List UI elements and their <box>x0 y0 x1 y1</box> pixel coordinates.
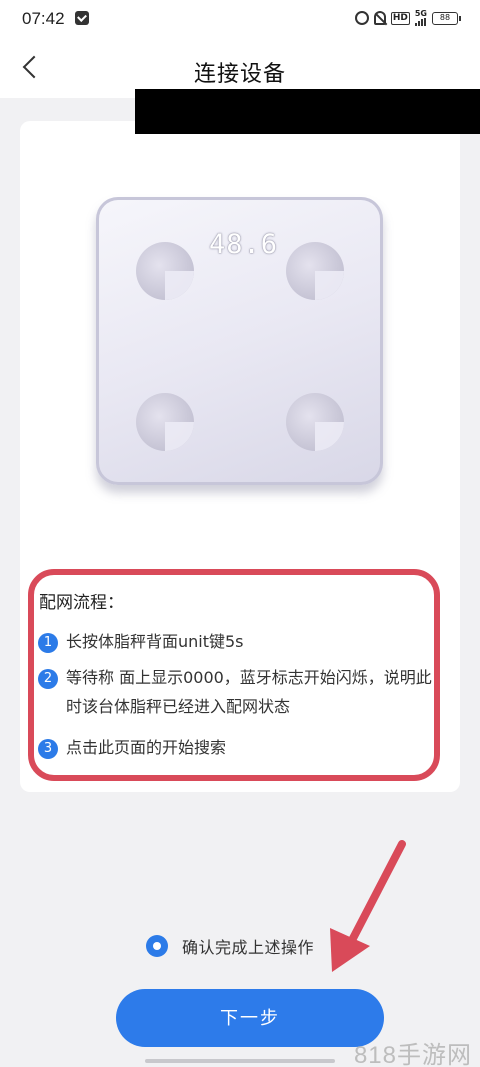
scale-electrode <box>136 393 194 451</box>
status-time: 07:42 <box>22 9 65 28</box>
step-text: 长按体脂秤背面unit键5s <box>66 632 244 651</box>
status-bar: 07:42 HD 5G 88 <box>0 0 480 38</box>
status-icons: HD 5G 88 <box>354 9 461 26</box>
redaction-block <box>135 89 480 134</box>
home-indicator[interactable] <box>145 1059 335 1063</box>
confirm-radio[interactable] <box>146 935 168 957</box>
mail-icon <box>75 11 89 25</box>
alarm-icon <box>354 11 369 25</box>
step-number-badge: 2 <box>38 669 58 689</box>
step-text: 点击此页面的开始搜索 <box>66 738 227 757</box>
scale-electrode <box>136 242 194 300</box>
battery-icon: 88 <box>432 11 461 25</box>
step-text: 等待称 面上显示0000，蓝牙标志开始闪烁，说明此时该台体脂秤已经进入配网状态 <box>66 668 432 716</box>
step-item: 2 等待称 面上显示0000，蓝牙标志开始闪烁，说明此时该台体脂秤已经进入配网状… <box>38 667 438 721</box>
mute-icon <box>373 11 386 25</box>
step-item: 3 点击此页面的开始搜索 <box>38 737 226 762</box>
next-step-button[interactable]: 下一步 <box>116 989 384 1047</box>
confirm-label: 确认完成上述操作 <box>182 938 315 957</box>
scale-electrode <box>286 242 344 300</box>
confirm-checkbox-row[interactable]: 确认完成上述操作 <box>146 934 314 958</box>
step-item: 1 长按体脂秤背面unit键5s <box>38 631 244 656</box>
annotation-arrow-icon <box>330 840 406 972</box>
scale-image: 48.6 <box>96 197 383 485</box>
scale-display: 48.6 <box>209 229 279 260</box>
watermark: 818手游网 <box>353 1042 472 1067</box>
hd-icon: HD <box>390 11 410 25</box>
signal-icon: 5G <box>414 9 427 26</box>
steps-title: 配网流程： <box>39 593 124 613</box>
scale-electrode <box>286 393 344 451</box>
network-type: 5G <box>414 9 427 18</box>
step-number-badge: 1 <box>38 633 58 653</box>
page-title: 连接设备 <box>193 62 286 87</box>
step-number-badge: 3 <box>38 739 58 759</box>
